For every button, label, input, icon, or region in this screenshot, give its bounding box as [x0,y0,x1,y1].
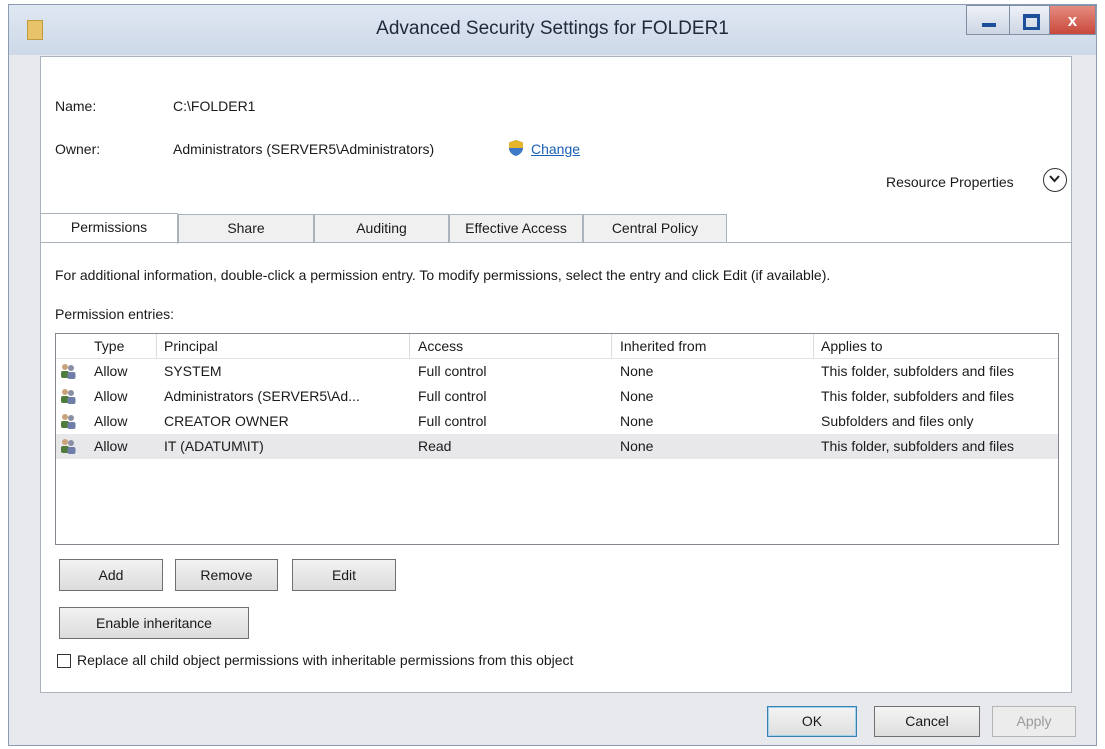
ok-button[interactable]: OK [767,706,857,737]
maximize-button[interactable] [1010,5,1050,35]
column-header-access[interactable]: Access [418,338,463,354]
resource-properties-expand-button[interactable] [1043,168,1067,192]
entry-inherited-from: None [620,413,654,429]
permission-entries-label: Permission entries: [55,306,175,322]
column-header-principal[interactable]: Principal [164,338,218,354]
entry-access: Full control [418,413,487,429]
permission-entry-row-selected[interactable]: Allow IT (ADATUM\IT) Read None This fold… [56,434,1058,459]
permission-entry-row[interactable]: Allow Administrators (SERVER5\Ad... Full… [56,384,1058,409]
column-header-applies-to[interactable]: Applies to [821,338,882,354]
tab-central-policy[interactable]: Central Policy [583,214,727,242]
permissions-info-text: For additional information, double-click… [55,267,831,283]
tab-divider [41,242,1071,243]
minimize-button[interactable] [966,5,1010,35]
entry-type: Allow [94,438,128,454]
permission-entry-row[interactable]: Allow SYSTEM Full control None This fold… [56,359,1058,384]
name-value: C:\FOLDER1 [173,98,256,114]
entry-inherited-from: None [620,438,654,454]
owner-label: Owner: [55,141,101,157]
users-icon [61,414,76,429]
entry-applies-to: This folder, subfolders and files [821,438,1014,454]
title-bar[interactable]: Advanced Security Settings for FOLDER1 x [9,5,1096,55]
entry-principal: SYSTEM [164,363,222,379]
entry-applies-to: This folder, subfolders and files [821,388,1014,404]
name-label: Name: [55,98,97,114]
entry-access: Read [418,438,452,454]
column-divider[interactable] [409,334,410,358]
cancel-button[interactable]: Cancel [874,706,980,737]
remove-button[interactable]: Remove [175,559,278,591]
close-button[interactable]: x [1050,5,1096,35]
entry-principal: IT (ADATUM\IT) [164,438,264,454]
entry-inherited-from: None [620,388,654,404]
add-button[interactable]: Add [59,559,163,591]
entry-type: Allow [94,363,128,379]
entry-type: Allow [94,388,128,404]
window-title: Advanced Security Settings for FOLDER1 [376,18,729,39]
change-owner-link[interactable]: Change [531,141,580,157]
minimize-icon [982,23,996,27]
entry-principal: CREATOR OWNER [164,413,289,429]
tab-auditing[interactable]: Auditing [314,214,449,242]
list-header: Type Principal Access Inherited from App… [56,334,1058,359]
permission-entries-list[interactable]: Type Principal Access Inherited from App… [55,333,1059,545]
column-header-type[interactable]: Type [94,338,124,354]
entry-applies-to: This folder, subfolders and files [821,363,1014,379]
entry-type: Allow [94,413,128,429]
users-icon [61,439,76,454]
tab-share[interactable]: Share [178,214,314,242]
chevron-down-icon [1049,175,1060,183]
entry-applies-to: Subfolders and files only [821,413,974,429]
entry-principal: Administrators (SERVER5\Ad... [164,388,360,404]
column-divider[interactable] [156,334,157,358]
replace-child-permissions-checkbox[interactable] [57,654,71,668]
apply-button[interactable]: Apply [992,706,1076,737]
column-divider[interactable] [611,334,612,358]
security-settings-window: Advanced Security Settings for FOLDER1 x… [8,4,1097,746]
close-icon: x [1067,11,1078,30]
main-panel: Name: C:\FOLDER1 Owner: Administrators (… [40,56,1072,693]
tab-permissions[interactable]: Permissions [40,213,178,244]
entry-inherited-from: None [620,363,654,379]
replace-child-permissions-label[interactable]: Replace all child object permissions wit… [77,652,573,668]
owner-value: Administrators (SERVER5\Administrators) [173,141,435,157]
tab-effective-access[interactable]: Effective Access [449,214,583,242]
enable-inheritance-button[interactable]: Enable inheritance [59,607,249,639]
permission-entry-row[interactable]: Allow CREATOR OWNER Full control None Su… [56,409,1058,434]
users-icon [61,389,76,404]
column-divider[interactable] [813,334,814,358]
users-icon [61,364,76,379]
edit-button[interactable]: Edit [292,559,396,591]
uac-shield-icon [509,140,523,156]
entry-access: Full control [418,363,487,379]
maximize-icon [1023,14,1040,30]
resource-properties-label[interactable]: Resource Properties [886,174,1014,190]
entry-access: Full control [418,388,487,404]
column-header-inherited-from[interactable]: Inherited from [620,338,706,354]
